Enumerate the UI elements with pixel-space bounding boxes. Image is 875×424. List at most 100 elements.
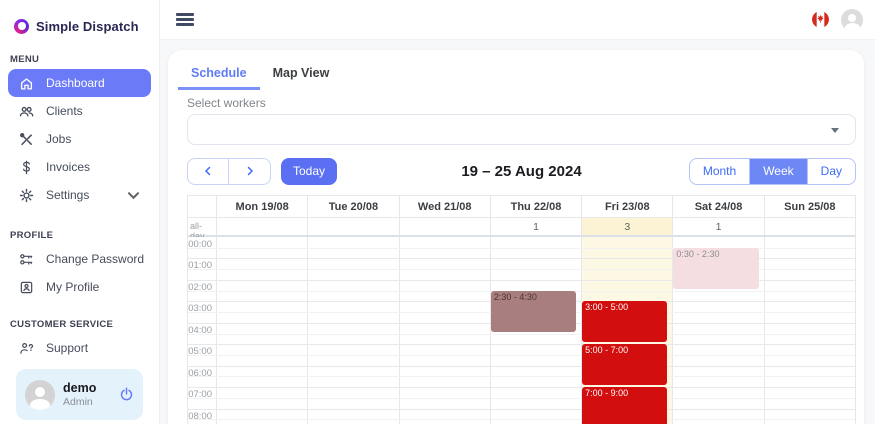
content-area: Schedule Map View Select workers [160,40,875,424]
support-icon [19,341,34,356]
sidebar-section-menu: MENU [10,54,159,65]
sidebar: Simple Dispatch MENU Dashboard Clients J… [0,0,160,424]
time-label: 04:00 [188,325,212,336]
calendar-toolbar: Today 19 – 25 Aug 2024 Month Week Day [187,157,856,185]
day-column [307,237,398,424]
allday-cell: 3 [581,218,672,235]
dropdown-arrow-icon [831,128,839,133]
allday-cell [216,218,307,235]
sidebar-item-my-profile[interactable]: My Profile [8,273,151,301]
tab-map-view[interactable]: Map View [260,60,343,90]
calendar-gutter-corner [188,196,216,217]
day-column [216,237,307,424]
main-area: Schedule Map View Select workers [160,0,875,424]
sidebar-item-jobs[interactable]: Jobs [8,125,151,153]
home-icon [19,76,34,91]
topbar [160,0,875,40]
sidebar-item-dashboard[interactable]: Dashboard [8,69,151,97]
time-label: 02:00 [188,282,212,293]
power-icon [119,387,134,402]
calendar-event[interactable]: 5:00 - 7:00 [582,344,667,385]
tools-icon [19,132,34,147]
slot-line [188,376,855,377]
time-label: 08:00 [188,411,212,422]
user-avatar-icon[interactable] [841,9,863,31]
sidebar-item-label: Invoices [46,160,90,174]
sidebar-section-profile: PROFILE [10,230,159,241]
calendar: Mon 19/08Tue 20/08Wed 21/08Thu 22/08Fri … [187,195,856,424]
time-label: 06:00 [188,368,212,379]
logo-ring-icon [14,19,29,34]
chevron-down-icon [126,188,141,203]
allday-cell: 1 [490,218,581,235]
sidebar-item-label: Jobs [46,132,71,146]
canada-flag-icon[interactable] [812,11,829,28]
user-avatar [25,380,55,410]
gear-icon [19,188,34,203]
schedule-card: Schedule Map View Select workers [168,50,864,424]
badge-icon [19,280,34,295]
select-workers-label: Select workers [187,96,856,110]
sidebar-item-invoices[interactable]: Invoices [8,153,151,181]
sidebar-item-settings[interactable]: Settings [8,181,151,209]
sidebar-item-label: Settings [46,188,89,202]
calendar-event[interactable]: 0:30 - 2:30 [673,248,758,289]
slot-line [188,355,855,356]
sidebar-item-clients[interactable]: Clients [8,97,151,125]
user-role: Admin [63,396,96,408]
view-week-button[interactable]: Week [749,159,806,184]
hamburger-menu-icon[interactable] [176,13,194,26]
user-name: demo [63,381,96,396]
view-month-button[interactable]: Month [690,159,749,184]
slot-line [188,419,855,420]
slot-line [188,398,855,399]
app-window: Simple Dispatch MENU Dashboard Clients J… [0,0,875,424]
slot-line [188,366,855,367]
day-header: Thu 22/08 [490,196,581,217]
day-column [764,237,855,424]
sidebar-item-label: Clients [46,104,83,118]
day-header: Tue 20/08 [307,196,398,217]
tab-bar: Schedule Map View [178,60,856,90]
sidebar-item-support[interactable]: Support [8,334,151,362]
allday-label: all-day [188,218,216,235]
day-header: Sun 25/08 [764,196,855,217]
day-header: Wed 21/08 [399,196,490,217]
next-button[interactable] [229,159,270,184]
slot-line [188,334,855,335]
view-day-button[interactable]: Day [807,159,855,184]
sidebar-item-change-password[interactable]: Change Password [8,245,151,273]
sidebar-item-label: Support [46,341,88,355]
chevron-left-icon [203,166,213,176]
calendar-event[interactable]: 7:00 - 9:00 [582,387,667,424]
slot-line [188,387,855,388]
tab-schedule[interactable]: Schedule [178,60,260,90]
calendar-event[interactable]: 2:30 - 4:30 [491,291,576,332]
sidebar-item-label: Dashboard [46,76,105,90]
sidebar-item-label: My Profile [46,280,99,294]
select-workers-input[interactable] [187,114,856,145]
keys-icon [19,252,34,267]
logout-button[interactable] [119,387,134,402]
people-icon [19,104,34,119]
day-header: Mon 19/08 [216,196,307,217]
calendar-event[interactable]: 3:00 - 5:00 [582,301,667,342]
prev-button[interactable] [188,159,229,184]
time-label: 05:00 [188,346,212,357]
time-label: 07:00 [188,389,212,400]
time-label: 00:00 [188,239,212,250]
time-label: 01:00 [188,260,212,271]
dollar-icon [19,160,34,175]
chevron-right-icon [245,166,255,176]
day-column [399,237,490,424]
date-range-title: 19 – 25 Aug 2024 [461,163,581,180]
app-logo[interactable]: Simple Dispatch [0,0,159,40]
allday-cell [764,218,855,235]
calendar-day-header-row: Mon 19/08Tue 20/08Wed 21/08Thu 22/08Fri … [188,196,855,218]
day-header: Fri 23/08 [581,196,672,217]
today-button[interactable]: Today [281,158,337,185]
sidebar-section-customer-service: CUSTOMER SERVICE [10,319,159,330]
sidebar-item-label: Change Password [46,252,144,266]
slot-line [188,344,855,345]
allday-cell [307,218,398,235]
